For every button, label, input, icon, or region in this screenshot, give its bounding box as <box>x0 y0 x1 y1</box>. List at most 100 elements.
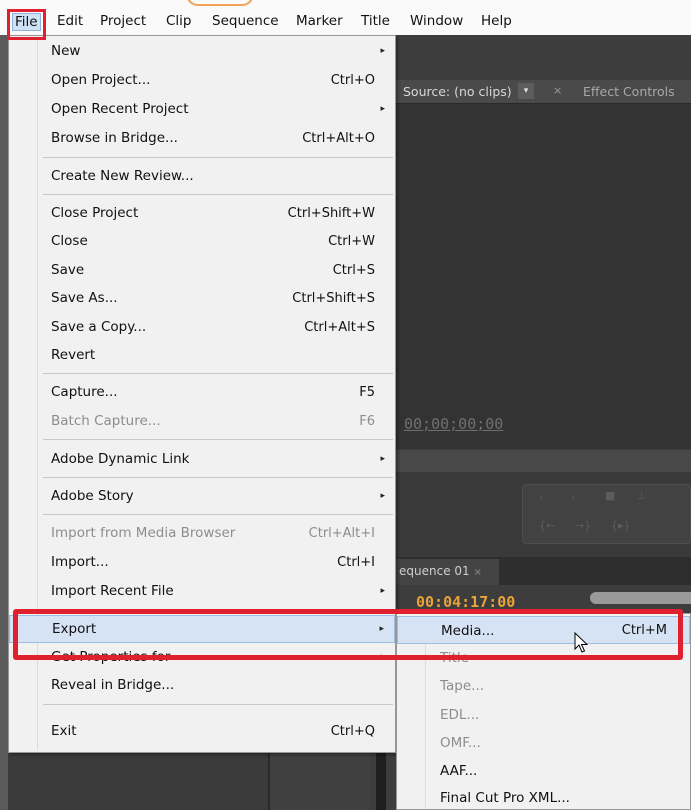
menu-shortcut: Ctrl+Shift+W <box>287 206 375 221</box>
menu-title[interactable]: Title <box>361 13 390 29</box>
menu-window[interactable]: Window <box>410 13 463 29</box>
submenu-arrow-icon: ▸ <box>380 46 385 56</box>
menu-shortcut: Ctrl+O <box>330 73 375 88</box>
menu-separator <box>43 157 393 158</box>
menu-separator <box>43 704 393 705</box>
menubar: File Edit Project Clip Sequence Marker T… <box>0 0 691 35</box>
menu-item-save[interactable]: Save Ctrl+S <box>9 258 395 284</box>
go-in-icon[interactable]: {← <box>539 519 555 532</box>
menu-shortcut: Ctrl+Shift+S <box>292 291 375 306</box>
source-monitor <box>395 104 691 449</box>
menu-item-label: Close <box>51 233 88 249</box>
file-menu-annotation <box>7 9 46 40</box>
menu-item-label: Save a Copy... <box>51 319 147 335</box>
submenu-arrow-icon: ▸ <box>380 104 385 114</box>
tab-source[interactable]: Source: (no clips) <box>403 84 512 99</box>
menu-item-new[interactable]: New ▸ <box>9 39 395 65</box>
menu-item-label: Import Recent File <box>51 583 174 599</box>
menu-item-close[interactable]: Close Ctrl+W <box>9 229 395 255</box>
menu-marker[interactable]: Marker <box>296 13 343 29</box>
tab-sequence[interactable]: equence 01 × <box>395 559 499 585</box>
source-dropdown-icon[interactable]: ▾ <box>518 83 534 99</box>
sequence-tab-label: equence 01 <box>399 564 470 578</box>
submenu-item-aaf[interactable]: AAF... <box>397 757 690 785</box>
menu-edit[interactable]: Edit <box>57 13 83 29</box>
submenu-item-label: Final Cut Pro XML... <box>440 790 570 806</box>
menu-item-label: Save <box>51 262 85 278</box>
play-in-out-icon[interactable]: {▸} <box>611 519 631 532</box>
menu-item-label: Exit <box>51 723 77 739</box>
timeline-ruler[interactable] <box>590 592 691 604</box>
submenu-arrow-icon: ▸ <box>380 586 385 596</box>
menu-item-import[interactable]: Import... Ctrl+I <box>9 550 395 576</box>
menu-shortcut: Ctrl+Q <box>330 724 375 739</box>
menu-item-capture[interactable]: Capture... F5 <box>9 380 395 406</box>
step-forward-icon[interactable]: › <box>571 491 575 504</box>
menu-item-label: Close Project <box>51 205 139 221</box>
menu-help[interactable]: Help <box>481 13 512 29</box>
menu-item-import-from-media-browser: Import from Media Browser Ctrl+Alt+I <box>9 521 395 547</box>
source-panel-tabbar: Source: (no clips) ▾ × Effect Controls <box>395 80 691 104</box>
menu-item-close-project[interactable]: Close Project Ctrl+Shift+W <box>9 201 395 227</box>
project-panel <box>8 753 270 810</box>
source-transport-bar <box>395 450 691 472</box>
source-tab-close-icon[interactable]: × <box>553 84 562 97</box>
menu-item-adobe-story[interactable]: Adobe Story ▸ <box>9 484 395 510</box>
menu-sequence[interactable]: Sequence <box>212 13 279 29</box>
menu-item-batch-capture: Batch Capture... F6 <box>9 409 395 435</box>
arrow-pointer-icon <box>574 632 588 653</box>
menu-clip[interactable]: Clip <box>166 13 192 29</box>
go-out-icon[interactable]: →} <box>575 519 591 532</box>
marker-icon[interactable]: ■ <box>605 489 615 502</box>
submenu-item-final-cut-pro-xml[interactable]: Final Cut Pro XML... <box>397 784 690 810</box>
menu-item-label: Reveal in Bridge... <box>51 677 175 693</box>
source-timecode[interactable]: 00;00;00;00 <box>404 415 503 433</box>
menu-item-label: New <box>51 43 81 59</box>
media-panel <box>270 753 370 810</box>
menu-shortcut: F5 <box>359 385 375 400</box>
menu-item-open-recent-project[interactable]: Open Recent Project ▸ <box>9 97 395 123</box>
menu-item-label: Import... <box>51 554 109 570</box>
app-logo-arc <box>186 0 254 6</box>
menu-shortcut: Ctrl+W <box>328 234 375 249</box>
menu-item-exit[interactable]: Exit Ctrl+Q <box>9 719 395 745</box>
menu-shortcut: Ctrl+Alt+I <box>308 526 375 541</box>
menu-item-label: Adobe Dynamic Link <box>51 451 190 467</box>
menu-project[interactable]: Project <box>100 13 146 29</box>
menu-shortcut: Ctrl+Alt+O <box>302 131 375 146</box>
menu-item-revert[interactable]: Revert <box>9 343 395 369</box>
menu-item-label: Adobe Story <box>51 488 134 504</box>
menu-item-browse-in-bridge[interactable]: Browse in Bridge... Ctrl+Alt+O <box>9 126 395 152</box>
submenu-item-label: EDL... <box>440 707 480 723</box>
menu-item-label: Import from Media Browser <box>51 525 236 541</box>
menu-shortcut: Ctrl+Alt+S <box>304 320 375 335</box>
menu-item-open-project[interactable]: Open Project... Ctrl+O <box>9 68 395 94</box>
menu-item-label: Open Recent Project <box>51 101 189 117</box>
menu-separator <box>43 439 393 440</box>
submenu-arrow-icon: ▸ <box>380 454 385 464</box>
submenu-item-label: AAF... <box>440 763 478 779</box>
menu-separator <box>43 194 393 195</box>
submenu-item-tape: Tape... <box>397 672 690 700</box>
menu-separator <box>43 477 393 478</box>
menu-item-save-as[interactable]: Save As... Ctrl+Shift+S <box>9 286 395 312</box>
menu-item-import-recent-file[interactable]: Import Recent File ▸ <box>9 579 395 605</box>
step-back-icon[interactable]: ‹ <box>539 491 543 504</box>
menu-shortcut: Ctrl+S <box>332 263 375 278</box>
menu-item-label: Browse in Bridge... <box>51 130 178 146</box>
submenu-arrow-icon: ▸ <box>380 491 385 501</box>
menu-item-reveal-in-bridge[interactable]: Reveal in Bridge... <box>9 673 395 699</box>
sequence-tab-close-icon[interactable]: × <box>474 567 482 578</box>
tab-effect-controls[interactable]: Effect Controls <box>583 84 675 99</box>
workspace-left-edge <box>0 35 8 810</box>
menu-item-label: Save As... <box>51 290 118 306</box>
menu-item-label: Batch Capture... <box>51 413 161 429</box>
menu-item-label: Create New Review... <box>51 168 194 184</box>
menu-item-adobe-dynamic-link[interactable]: Adobe Dynamic Link ▸ <box>9 447 395 473</box>
menu-item-create-new-review[interactable]: Create New Review... <box>9 164 395 190</box>
insert-icon[interactable]: ⊥ <box>637 489 647 502</box>
menu-item-save-a-copy[interactable]: Save a Copy... Ctrl+Alt+S <box>9 315 395 341</box>
menu-item-label: Capture... <box>51 384 118 400</box>
transport-controls: ‹ › ■ ⊥ {← →} {▸} <box>522 484 691 544</box>
submenu-item-edl: EDL... <box>397 701 690 729</box>
